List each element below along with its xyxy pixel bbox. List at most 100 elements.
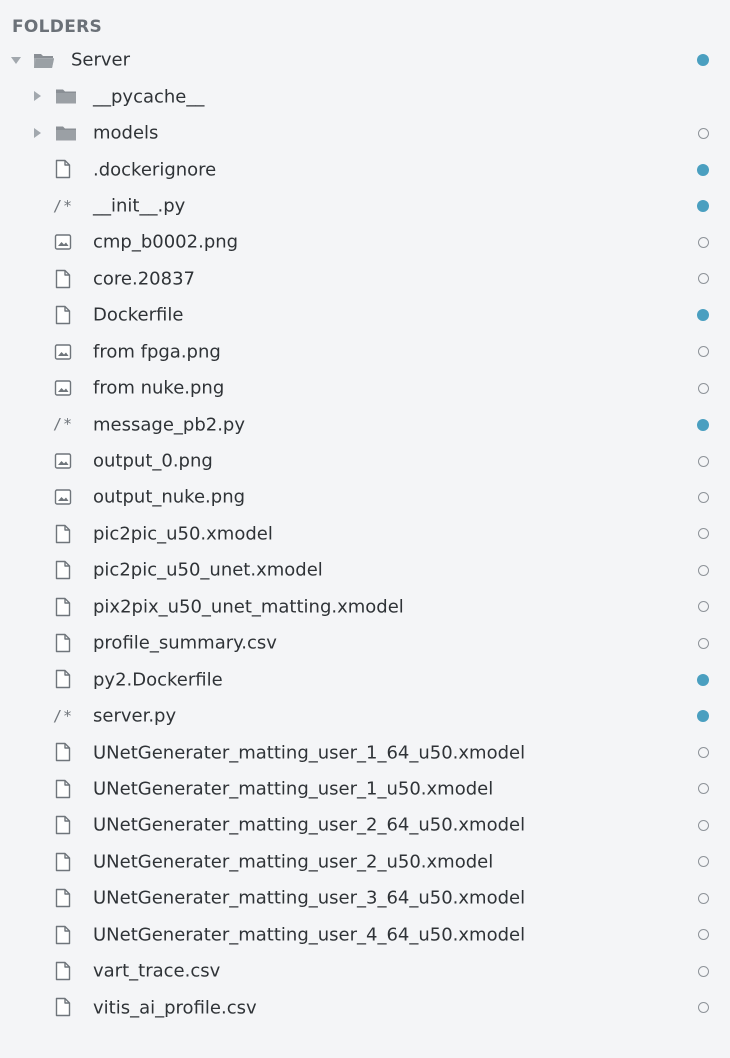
file-label: output_nuke.png	[93, 486, 246, 508]
file-row-from-nuke-png[interactable]: from nuke.png	[0, 370, 730, 406]
folder-open-icon	[33, 49, 55, 71]
file-label: pic2pic_u50_unet.xmodel	[93, 559, 323, 581]
file-row-cmp-b0002-png[interactable]: cmp_b0002.png	[0, 224, 730, 260]
unmodified-indicator	[697, 601, 709, 613]
file-label: profile_summary.csv	[93, 632, 277, 654]
file-row-init-py[interactable]: /* __init__.py	[0, 188, 730, 224]
file-row-dockerfile[interactable]: Dockerfile	[0, 297, 730, 333]
file-row-vitis-ai-profile-csv[interactable]: vitis_ai_profile.csv	[0, 989, 730, 1025]
image-file-icon	[52, 486, 74, 508]
file-label: output_0.png	[93, 450, 213, 472]
code-file-icon: /*	[52, 706, 74, 725]
file-tree: Server	[0, 42, 730, 78]
folders-header: FOLDERS	[12, 17, 103, 37]
unmodified-indicator	[697, 637, 709, 649]
unmodified-indicator	[697, 127, 709, 139]
image-file-icon	[52, 341, 74, 363]
file-label: py2.Dockerfile	[93, 669, 223, 691]
file-row-unetgenerater-matting-user-3-64-u50-xmodel[interactable]: UNetGenerater_matting_user_3_64_u50.xmod…	[0, 880, 730, 916]
modified-indicator	[697, 710, 709, 723]
file-row-from-fpga-png[interactable]: from fpga.png	[0, 334, 730, 370]
file-row-dockerignore[interactable]: .dockerignore	[0, 151, 730, 187]
unmodified-indicator	[697, 929, 709, 941]
file-icon	[52, 851, 74, 873]
unmodified-indicator	[697, 819, 709, 831]
modified-indicator	[697, 309, 709, 322]
file-icon	[52, 924, 74, 946]
modified-indicator	[697, 418, 709, 431]
file-label: server.py	[93, 705, 177, 727]
image-file-icon	[52, 231, 74, 253]
file-icon	[52, 596, 74, 618]
file-row-pic2pic-u50-unet-xmodel[interactable]: pic2pic_u50_unet.xmodel	[0, 552, 730, 588]
file-icon	[52, 996, 74, 1018]
code-file-icon: /*	[52, 415, 74, 434]
file-label: vart_trace.csv	[93, 960, 221, 982]
file-label: core.20837	[93, 268, 195, 290]
file-label: cmp_b0002.png	[93, 231, 239, 253]
file-label: from nuke.png	[93, 377, 225, 399]
file-label: UNetGenerater_matting_user_1_64_u50.xmod…	[93, 742, 526, 764]
unmodified-indicator	[697, 892, 709, 904]
unmodified-indicator	[697, 236, 709, 248]
unmodified-indicator	[697, 783, 709, 795]
file-row-unetgenerater-matting-user-2-u50-xmodel[interactable]: UNetGenerater_matting_user_2_u50.xmodel	[0, 844, 730, 880]
file-icon	[52, 668, 74, 690]
file-row-py2-dockerfile[interactable]: py2.Dockerfile	[0, 661, 730, 697]
unmodified-indicator	[697, 965, 709, 977]
file-label: vitis_ai_profile.csv	[93, 997, 257, 1019]
file-row-unetgenerater-matting-user-2-64-u50-xmodel[interactable]: UNetGenerater_matting_user_2_64_u50.xmod…	[0, 807, 730, 843]
file-row-unetgenerater-matting-user-1-64-u50-xmodel[interactable]: UNetGenerater_matting_user_1_64_u50.xmod…	[0, 734, 730, 770]
folder-row-models[interactable]: models	[0, 115, 730, 151]
unmodified-indicator	[697, 564, 709, 576]
file-label: __init__.py	[93, 195, 186, 217]
file-row-output-0-png[interactable]: output_0.png	[0, 443, 730, 479]
file-row-message-pb2-py[interactable]: /* message_pb2.py	[0, 406, 730, 442]
modified-indicator	[697, 199, 709, 212]
file-label: models	[93, 122, 159, 144]
folder-row-server[interactable]: Server	[0, 42, 730, 78]
file-icon	[52, 523, 74, 545]
file-icon	[52, 960, 74, 982]
file-row-pix2pix-u50-unet-matting-xmodel[interactable]: pix2pix_u50_unet_matting.xmodel	[0, 589, 730, 625]
folder-label-server: Server	[71, 49, 131, 71]
unmodified-indicator	[697, 346, 709, 358]
disclosure-collapsed-icon[interactable]	[31, 90, 43, 102]
file-icon	[52, 304, 74, 326]
file-label: UNetGenerater_matting_user_2_64_u50.xmod…	[93, 814, 526, 836]
unmodified-indicator	[697, 747, 709, 759]
file-row-output-nuke-png[interactable]: output_nuke.png	[0, 479, 730, 515]
file-row-pic2pic-u50-xmodel[interactable]: pic2pic_u50.xmodel	[0, 516, 730, 552]
file-icon	[52, 887, 74, 909]
disclosure-collapsed-icon[interactable]	[31, 127, 43, 139]
file-icon	[52, 778, 74, 800]
sidebar-panel: FOLDERS Server __pycache__models .dockeri…	[0, 0, 730, 1058]
unmodified-indicator	[697, 856, 709, 868]
folder-icon	[55, 85, 77, 107]
file-row-server-py[interactable]: /* server.py	[0, 698, 730, 734]
file-icon	[52, 814, 74, 836]
file-label: from fpga.png	[93, 341, 221, 363]
image-file-icon	[52, 450, 74, 472]
file-label: message_pb2.py	[93, 414, 245, 436]
folder-row-pycache[interactable]: __pycache__	[0, 78, 730, 114]
file-label: Dockerfile	[93, 304, 184, 326]
file-label: __pycache__	[93, 86, 205, 108]
file-icon	[52, 268, 74, 290]
file-row-vart-trace-csv[interactable]: vart_trace.csv	[0, 953, 730, 989]
file-row-unetgenerater-matting-user-1-u50-xmodel[interactable]: UNetGenerater_matting_user_1_u50.xmodel	[0, 771, 730, 807]
file-icon	[52, 559, 74, 581]
file-row-profile-summary-csv[interactable]: profile_summary.csv	[0, 625, 730, 661]
server-folder-children: __pycache__ models .dockerignore /* __init__…	[0, 78, 730, 1025]
file-row-unetgenerater-matting-user-4-64-u50-xmodel[interactable]: UNetGenerater_matting_user_4_64_u50.xmod…	[0, 917, 730, 953]
unmodified-indicator	[697, 455, 709, 467]
unmodified-indicator	[697, 491, 709, 503]
disclosure-expanded-icon[interactable]	[10, 54, 22, 66]
modified-indicator	[697, 673, 709, 686]
modified-indicator	[697, 54, 709, 67]
file-row-core-20837[interactable]: core.20837	[0, 261, 730, 297]
file-label: pix2pix_u50_unet_matting.xmodel	[93, 596, 404, 618]
unmodified-indicator	[697, 1002, 709, 1014]
file-label: UNetGenerater_matting_user_3_64_u50.xmod…	[93, 887, 526, 909]
file-label: UNetGenerater_matting_user_4_64_u50.xmod…	[93, 924, 526, 946]
